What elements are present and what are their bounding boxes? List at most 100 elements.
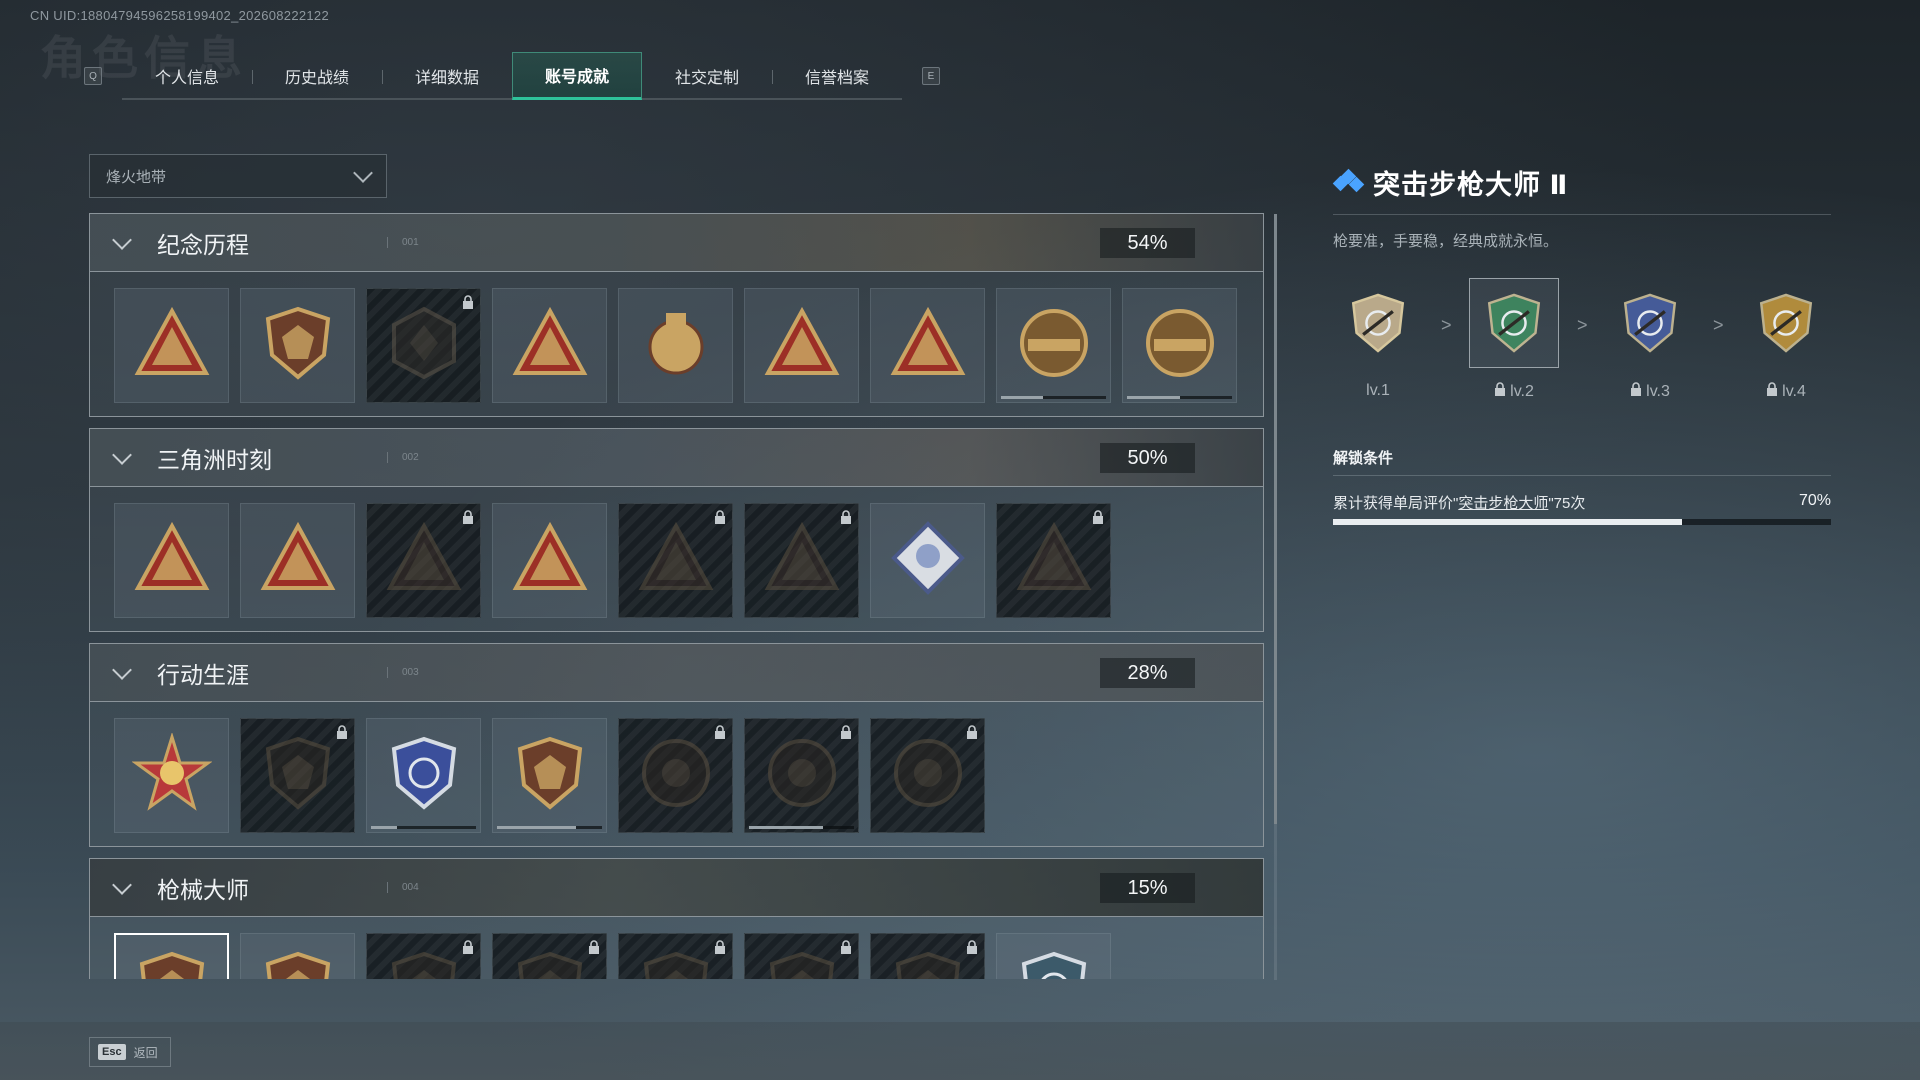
achievement-badge[interactable] [366,503,481,618]
triangle-badge-icon [132,303,212,388]
tab-3[interactable]: 详细数据 [382,52,512,100]
achievement-badge[interactable] [492,503,607,618]
tab-5[interactable]: 社交定制 [642,52,772,100]
tab-row: 个人信息 历史战绩 详细数据 账号成就 社交定制 信誉档案 [122,52,902,100]
mode-dropdown[interactable]: 烽火地带 [89,154,387,198]
achievement-badge[interactable] [240,718,355,833]
crosshair-shield-icon [1014,948,1094,979]
achievement-badge[interactable] [366,933,481,979]
achievement-badge[interactable] [492,933,607,979]
achievement-badge[interactable] [870,288,985,403]
achievement-badge[interactable] [114,503,229,618]
top-tabs: Q 个人信息 历史战绩 详细数据 账号成就 社交定制 信誉档案 E [84,52,940,100]
tab-1[interactable]: 个人信息 [122,52,252,100]
round-skull-icon [762,733,842,818]
achievement-badge[interactable] [996,933,1111,979]
next-tab-key-hint[interactable]: E [922,67,940,85]
bottom-bar [0,1022,1920,1080]
level-text: lv.1 [1366,382,1390,399]
condition-percent: 70% [1798,492,1831,509]
category-name: 三角洲时刻 [157,446,272,473]
police-shield-icon [384,733,464,818]
lock-icon [1092,510,1104,524]
level-3[interactable]: lv.3 [1605,278,1695,408]
category-badges [89,487,1264,632]
category-header[interactable]: 枪械大师 004 15% [89,858,1264,917]
achievement-badge[interactable] [618,503,733,618]
divider [1333,475,1831,476]
category-header[interactable]: 行动生涯 003 28% [89,643,1264,702]
tab-4[interactable]: 账号成就 [512,52,642,100]
level-4[interactable]: lv.4 [1741,278,1831,408]
category-name: 纪念历程 [157,231,249,258]
category-number: 001 [387,237,419,248]
achievement-badge[interactable] [492,288,607,403]
back-label: 返回 [133,1045,158,1060]
lock-icon [1766,382,1778,401]
prev-tab-key-hint[interactable]: Q [84,67,102,85]
rifle-shield-icon [258,948,338,979]
level-track: lv.1 > lv.2 > lv.3 > lv.4 [1333,278,1831,408]
category-header[interactable]: 纪念历程 001 54% [89,213,1264,272]
mode-dropdown-value: 烽火地带 [106,168,167,186]
condition-progress-fill [1333,519,1682,525]
achievement-badge[interactable] [618,718,733,833]
achievement-badge[interactable] [744,718,859,833]
helicopter-badge-icon [258,303,338,388]
lock-icon [462,510,474,524]
hex-emblem-icon [384,303,464,388]
achievement-badge[interactable] [996,503,1111,618]
achievement-badge[interactable] [996,288,1111,403]
badge-progress-bar [1001,396,1106,399]
lock-icon [462,295,474,309]
lock-icon [714,725,726,739]
round-eye-icon [888,733,968,818]
lock-icon [966,940,978,954]
level-text: lv.4 [1782,382,1806,400]
calendar-triangle-icon [510,303,590,388]
back-button[interactable]: Esc 返回 [89,1037,171,1067]
achievement-badge[interactable] [366,288,481,403]
category-header[interactable]: 三角洲时刻 002 50% [89,428,1264,487]
achievement-badge[interactable] [744,503,859,618]
level-2[interactable]: lv.2 [1469,278,1559,408]
tab-6[interactable]: 信誉档案 [772,52,902,100]
achievement-badge[interactable] [744,933,859,979]
achievement-badge[interactable] [870,503,985,618]
badge-progress-fill [1127,396,1180,399]
badge-progress-fill [497,826,576,829]
squad-triangle-icon [510,518,590,603]
achievement-badge[interactable] [618,933,733,979]
unlock-conditions-title: 解锁条件 [1333,450,1394,467]
achievement-badge[interactable] [114,288,229,403]
scrollbar-thumb[interactable] [1274,214,1277,824]
achievement-badge[interactable] [1122,288,1237,403]
badge-progress-fill [749,826,823,829]
condition-prefix: 累计获得单局评价" [1333,495,1459,512]
achievement-badge[interactable] [366,718,481,833]
category-badges [89,917,1264,979]
achievement-badge[interactable] [870,933,985,979]
category-badges [89,702,1264,847]
achievement-badge[interactable] [114,933,229,979]
level-1[interactable]: lv.1 [1333,278,1423,408]
achievement-badge[interactable] [618,288,733,403]
rifle-shield-icon [510,948,590,979]
tab-2[interactable]: 历史战绩 [252,52,382,100]
condition-suffix: "75次 [1548,495,1586,512]
star-compass-icon [130,731,213,818]
achievement-badge[interactable] [240,503,355,618]
achievement-badge[interactable] [114,718,229,833]
achievement-badge[interactable] [870,718,985,833]
lock-icon [840,510,852,524]
achievement-category-list: 纪念历程 001 54% 三角洲时刻 002 50% 行动生涯 003 28% … [89,213,1264,979]
achievement-badge[interactable] [240,288,355,403]
achievement-badge[interactable] [492,718,607,833]
condition-link[interactable]: 突击步枪大师 [1458,495,1548,512]
chevron-right-icon: > [1577,315,1588,335]
lock-icon [1630,382,1642,401]
detail-description: 枪要准，手要稳，经典成就永恒。 [1333,233,1559,250]
achievement-badge[interactable] [744,288,859,403]
achievement-category: 行动生涯 003 28% [89,643,1264,847]
achievement-badge[interactable] [240,933,355,979]
